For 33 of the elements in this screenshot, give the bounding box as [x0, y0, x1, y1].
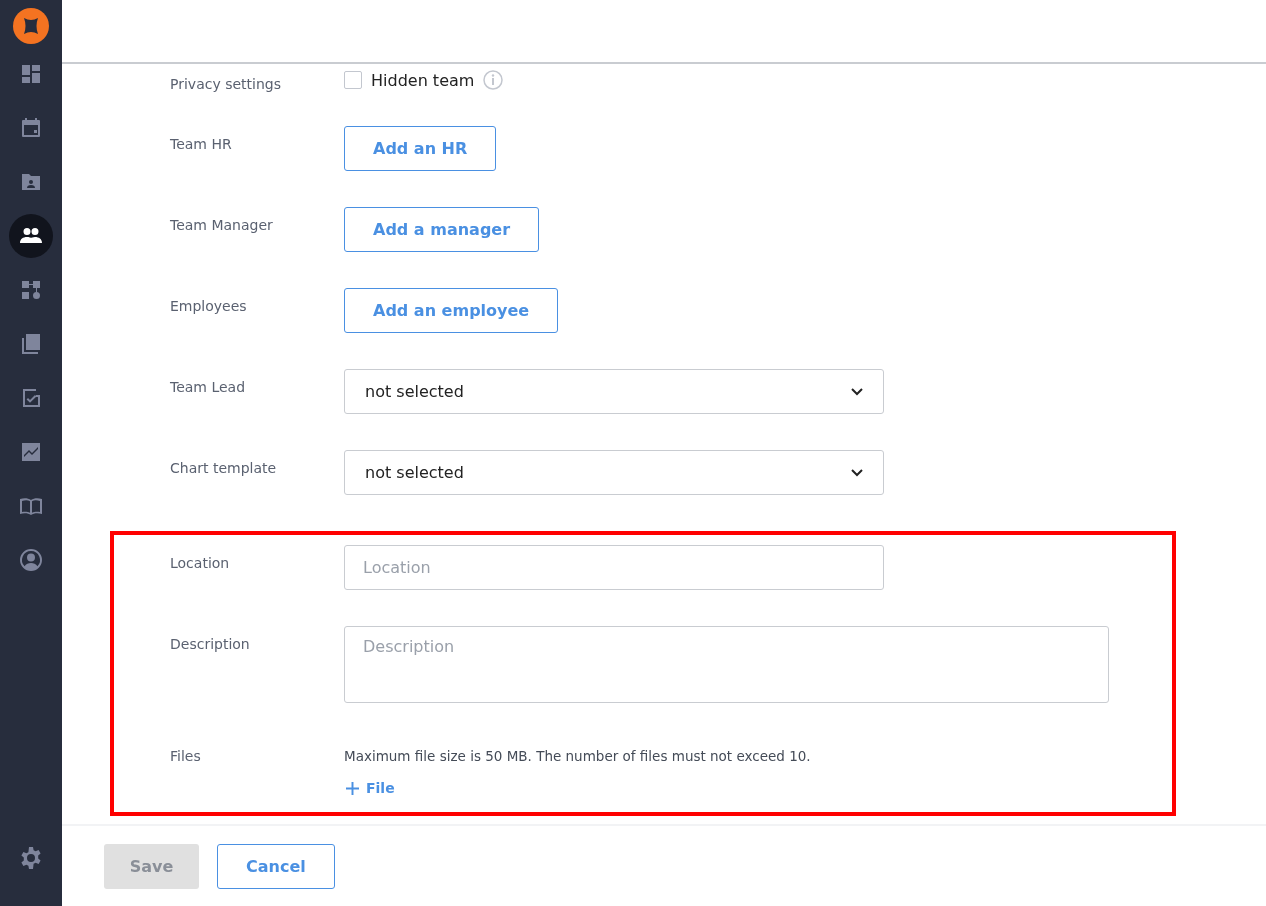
chart-icon [19, 440, 43, 464]
chevron-down-icon [851, 468, 863, 477]
textarea-field[interactable]: Description [344, 626, 1109, 703]
field-label: Chart template [170, 459, 278, 478]
add-file-link[interactable]: File [344, 780, 397, 796]
nav-item[interactable] [9, 214, 53, 258]
input-field[interactable]: Location [344, 545, 884, 590]
dropdown[interactable]: not selected [344, 369, 884, 414]
cancel-button[interactable]: Cancel [217, 843, 335, 889]
add-button[interactable]: Add a manager [344, 207, 540, 252]
field-label: Files [170, 747, 202, 766]
chevron-down-icon [851, 387, 863, 396]
logo-icon[interactable] [13, 8, 49, 44]
file-size-note: Maximum file size is 50 MB. The number of files must not exceed 10. [344, 748, 812, 764]
field-label: Team HR [170, 135, 233, 154]
add-button[interactable]: Add an HR [344, 126, 497, 171]
field-label: Team Lead [170, 378, 247, 397]
field-label: Employees [170, 297, 248, 316]
field-label: Description [170, 635, 251, 654]
checkbox-label: Hidden team [371, 70, 475, 90]
documents-icon [19, 332, 43, 356]
add-button[interactable]: Add an employee [344, 288, 559, 333]
dashboard-icon [19, 62, 43, 86]
dropdown[interactable]: not selected [344, 450, 884, 495]
checkbox[interactable] [344, 71, 362, 89]
plus-icon [346, 781, 359, 795]
structure-icon [19, 278, 43, 302]
field-label: Privacy settings [170, 75, 282, 94]
field-label: Team Manager [170, 216, 274, 235]
profile-icon [19, 548, 43, 572]
calendar-icon [19, 116, 43, 140]
settings-icon[interactable] [19, 846, 43, 870]
field-label: Location [170, 554, 231, 573]
